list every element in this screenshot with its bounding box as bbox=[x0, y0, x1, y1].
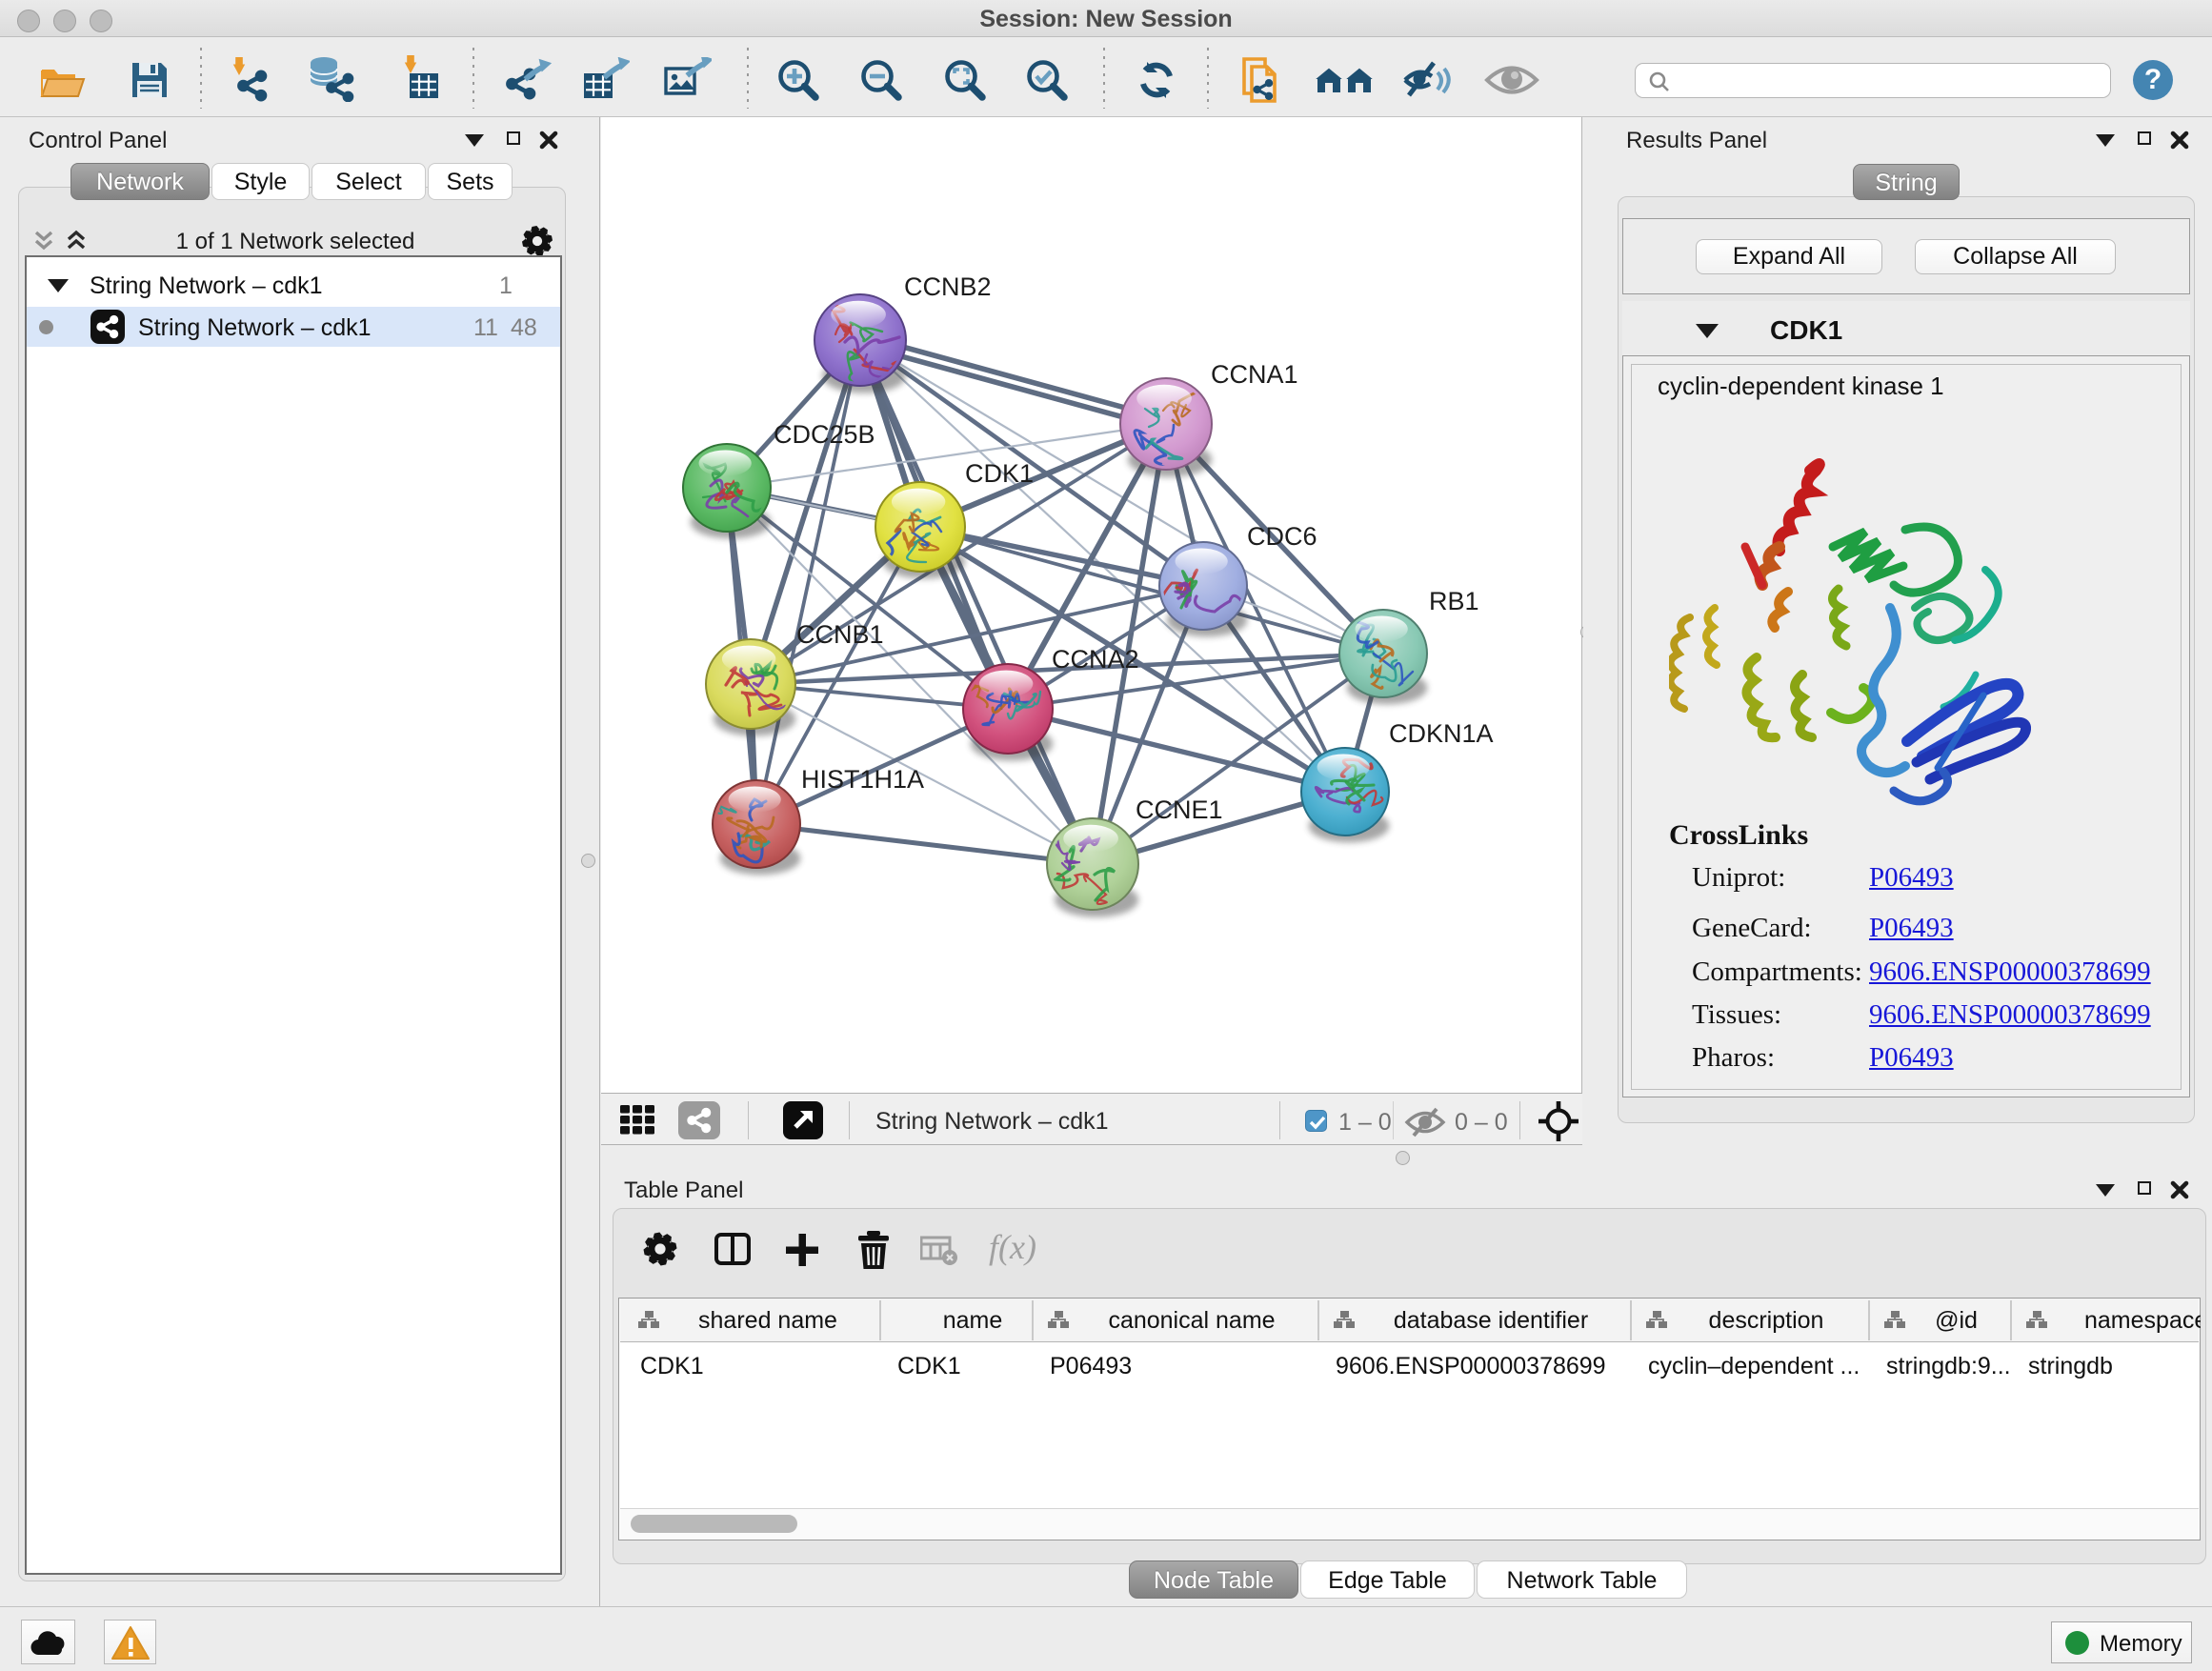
svg-text:CCNB2: CCNB2 bbox=[904, 272, 992, 301]
svg-text:CCNE1: CCNE1 bbox=[1136, 795, 1223, 824]
svg-text:CCNB1: CCNB1 bbox=[796, 620, 884, 649]
svg-text:CDC6: CDC6 bbox=[1247, 522, 1317, 551]
svg-text:CDKN1A: CDKN1A bbox=[1389, 719, 1494, 748]
svg-text:CCNA1: CCNA1 bbox=[1211, 360, 1298, 389]
svg-text:CDC25B: CDC25B bbox=[774, 420, 875, 449]
svg-text:CDK1: CDK1 bbox=[965, 459, 1034, 488]
svg-text:HIST1H1A: HIST1H1A bbox=[801, 765, 924, 794]
svg-text:RB1: RB1 bbox=[1429, 587, 1479, 615]
svg-text:CCNA2: CCNA2 bbox=[1052, 645, 1139, 674]
